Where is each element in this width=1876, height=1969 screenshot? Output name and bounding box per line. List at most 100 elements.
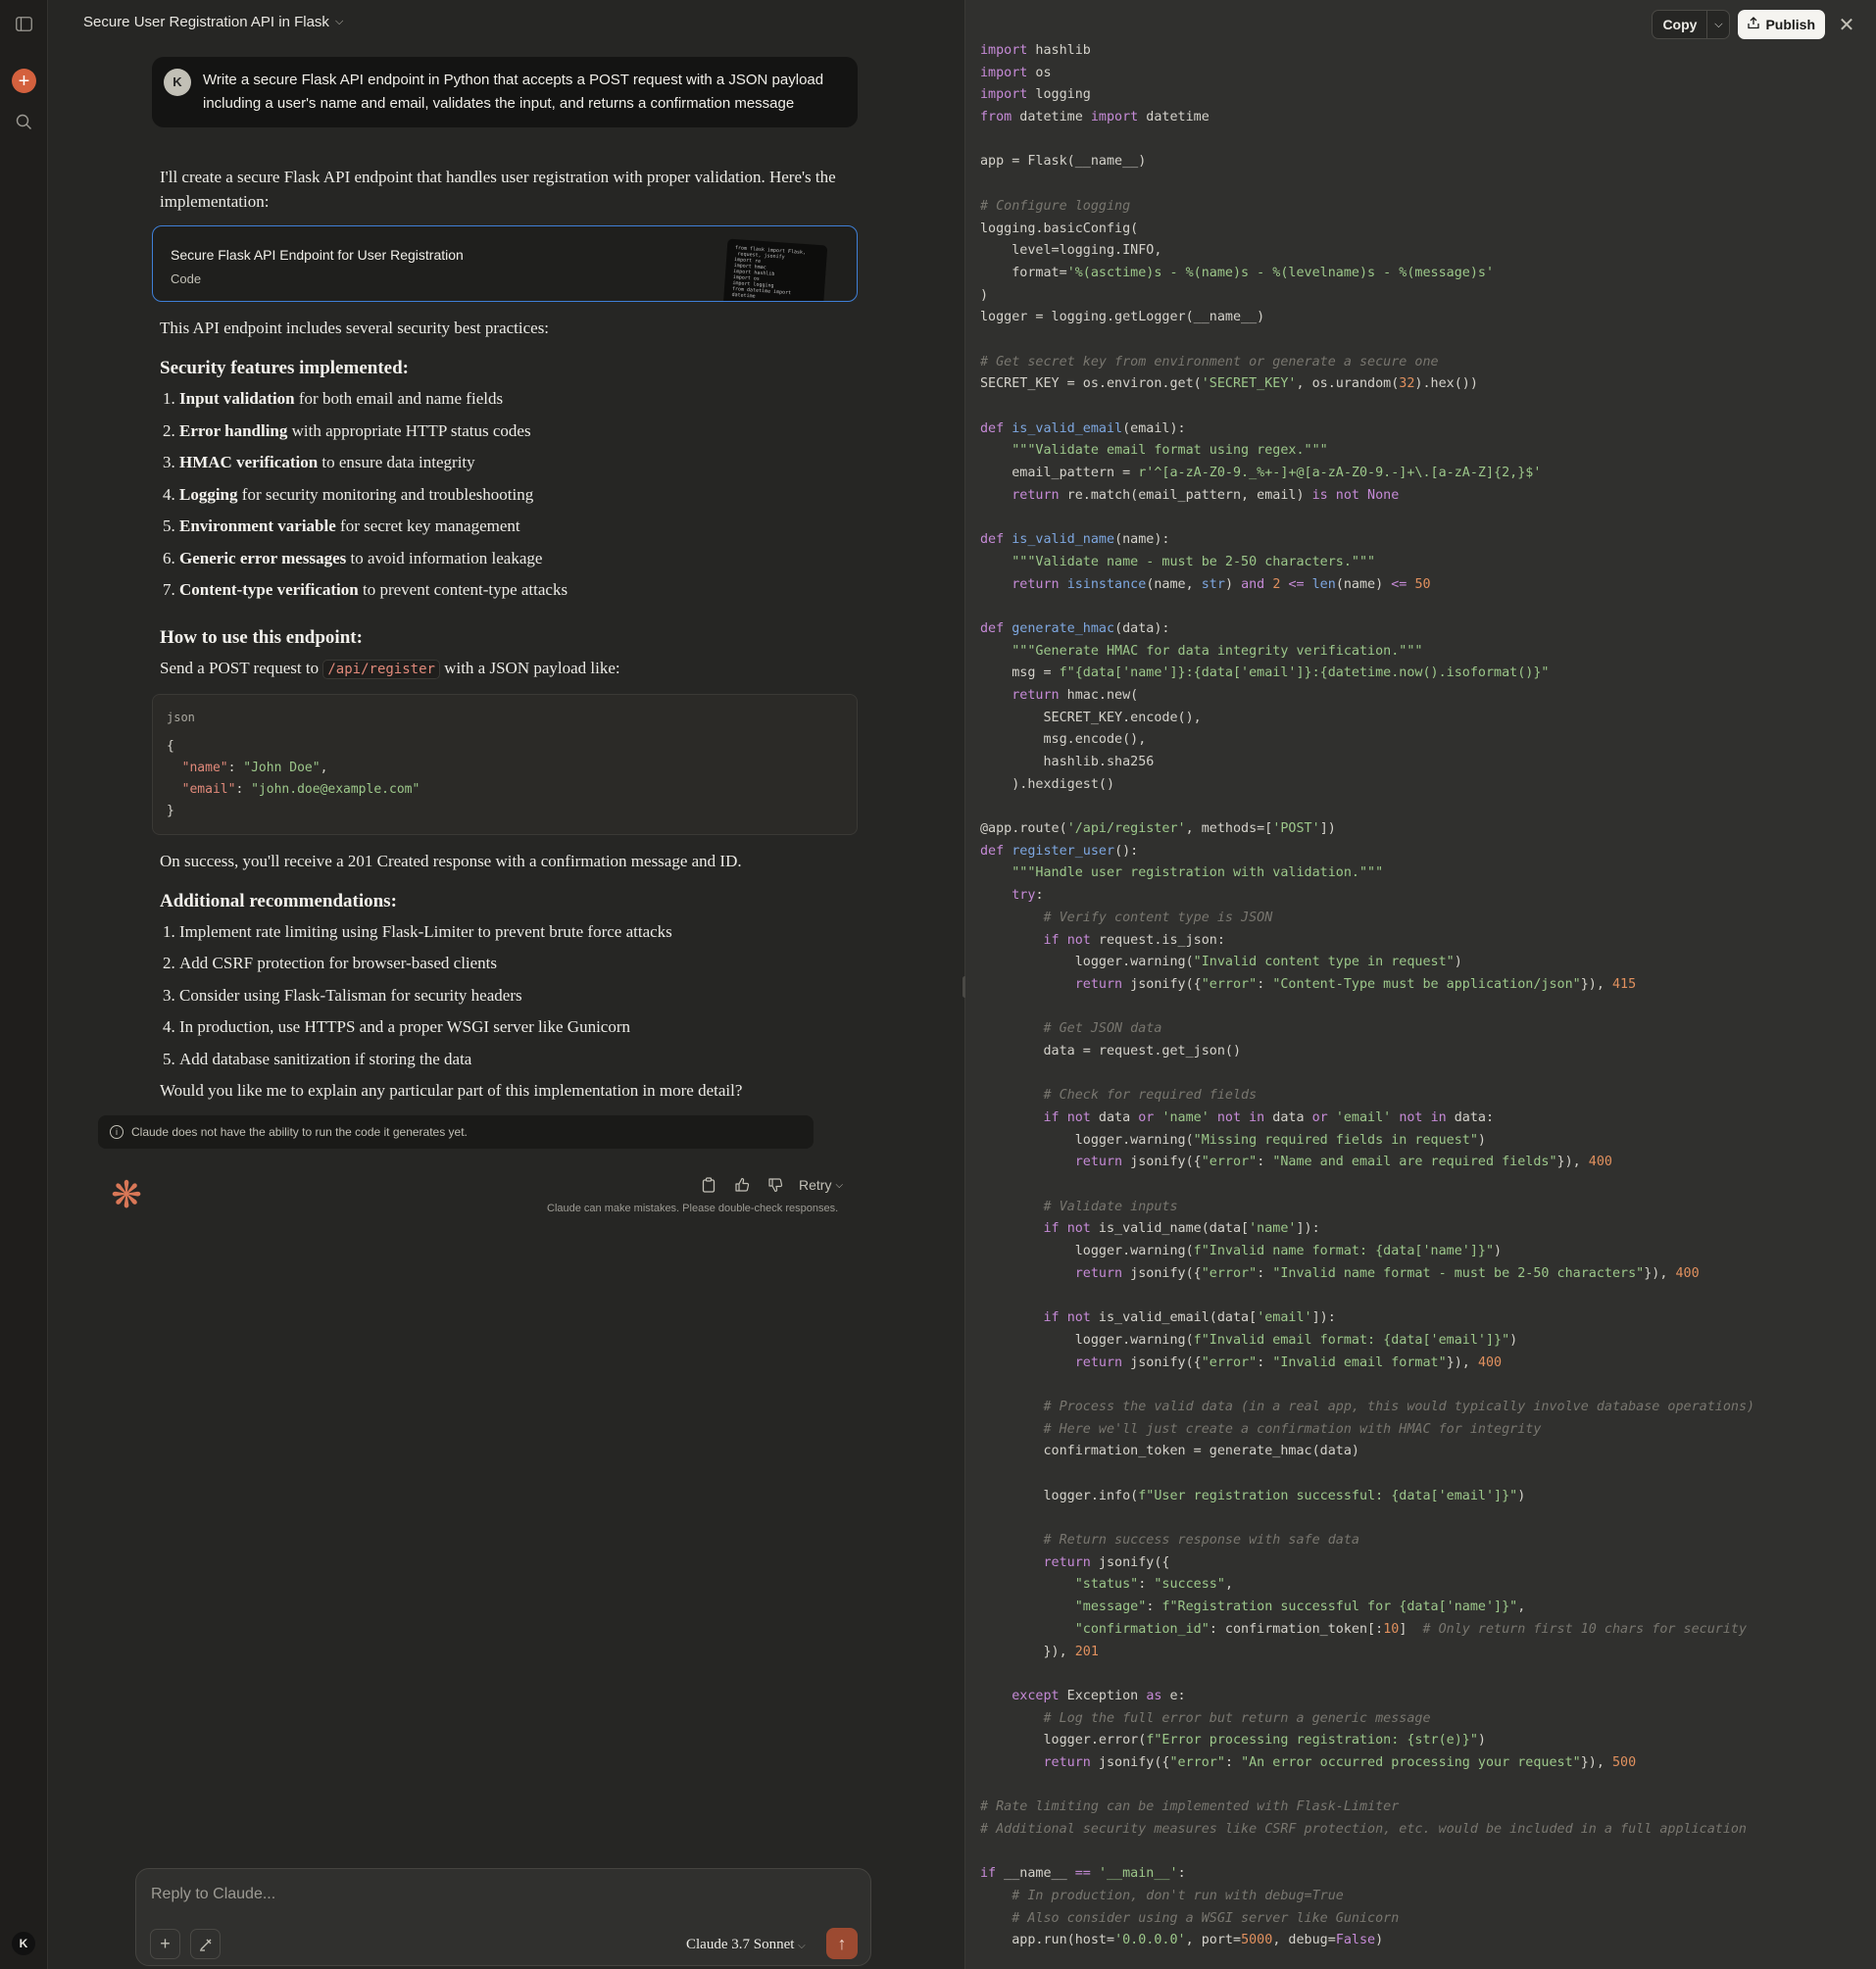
copy-icon[interactable]: [699, 1175, 718, 1195]
security-item-rest: to ensure data integrity: [318, 453, 475, 471]
code-line: return hmac.new(: [1012, 687, 1139, 703]
code-line: ​: [980, 997, 1754, 1019]
recommendation-item: Implement rate limiting using Flask-Limi…: [179, 919, 856, 952]
code-line: ​: [980, 596, 1754, 618]
security-item-rest: to prevent content-type attacks: [358, 580, 568, 599]
model-selector[interactable]: Claude 3.7 Sonnet ⌵: [686, 1937, 806, 1953]
code-line: "message": f"Registration successful for…: [1074, 1600, 1526, 1615]
thumbs-up-icon[interactable]: [732, 1175, 752, 1195]
tools-icon[interactable]: [190, 1929, 221, 1959]
code-line: ​: [980, 1463, 1754, 1486]
code-line: return jsonify({"error": "An error occur…: [1043, 1754, 1637, 1770]
endpoint-inline-code: /api/register: [322, 659, 440, 679]
attach-plus-button[interactable]: +: [150, 1929, 180, 1959]
copy-options-chevron-icon[interactable]: ⌵: [1707, 11, 1729, 38]
recommendation-item: Add database sanitization if storing the…: [179, 1047, 856, 1079]
mistakes-disclaimer: Claude can make mistakes. Please double-…: [547, 1203, 839, 1214]
code-line: if not is_valid_name(data['name']):: [1043, 1221, 1320, 1237]
recommendation-item: Add CSRF protection for browser-based cl…: [179, 951, 856, 983]
artifact-thumbnail: from flask import Flask, request, jsonif…: [722, 238, 828, 301]
code-line: "confirmation_id": confirmation_token[:1…: [1074, 1621, 1748, 1637]
security-item: Input validation for both email and name…: [179, 386, 856, 418]
code-line: app.run(host='0.0.0.0', port=5000, debug…: [980, 1933, 1384, 1948]
code-line: format='%(asctime)s - %(name)s - %(level…: [980, 265, 1495, 280]
code-line: if not request.is_json:: [1043, 932, 1225, 948]
closing-text: Would you like me to explain any particu…: [160, 1081, 743, 1100]
security-heading: Security features implemented:: [160, 358, 409, 378]
security-item-bold: Error handling: [179, 420, 288, 440]
code-line: return jsonify({"error": "Content-Type m…: [1074, 976, 1637, 992]
code-line: logger.warning("Missing required fields …: [980, 1132, 1486, 1148]
retry-button[interactable]: Retry ⌵: [799, 1177, 843, 1193]
json-line: "email": "john.doe@example.com": [181, 781, 420, 797]
publish-button[interactable]: Publish: [1738, 10, 1825, 39]
code-line: def is_valid_name(name):: [980, 532, 1170, 548]
copy-button[interactable]: Copy: [1653, 11, 1708, 38]
code-artifact-pane: import hashlib import os import logging fro…: [965, 0, 1876, 1969]
code-line: ​: [980, 173, 1754, 196]
code-line: logging.basicConfig(: [980, 221, 1139, 236]
assistant-intro: I'll create a secure Flask API endpoint …: [160, 168, 836, 211]
code-line: """Validate name - must be 2-50 characte…: [1012, 554, 1376, 569]
code-viewer: import hashlib import os import logging fro…: [980, 40, 1754, 1952]
code-line: ​: [980, 1174, 1754, 1197]
code-line: def generate_hmac(data):: [980, 620, 1170, 636]
success-text: On success, you'll receive a 201 Created…: [160, 851, 742, 870]
close-icon[interactable]: ✕: [1833, 11, 1860, 38]
json-line: }: [167, 803, 174, 818]
recommendations-list: Implement rate limiting using Flask-Limi…: [179, 919, 856, 1079]
info-icon: i: [110, 1125, 123, 1139]
reply-input[interactable]: Reply to Claude...: [151, 1886, 275, 1903]
code-line: ​: [980, 1507, 1754, 1530]
thumbs-down-icon[interactable]: [765, 1175, 785, 1195]
code-line: if not is_valid_email(data['email']):: [1043, 1310, 1336, 1326]
security-list: Input validation for both email and name…: [179, 386, 856, 610]
arrow-up-icon: ↑: [837, 1933, 847, 1953]
code-line: ​: [980, 1775, 1754, 1797]
recommendations-heading: Additional recommendations:: [160, 890, 397, 911]
code-line: return re.match(email_pattern, email) is…: [1012, 487, 1400, 503]
code-line: logger.warning(f"Invalid email format: {…: [980, 1332, 1518, 1348]
notice-text: Claude does not have the ability to run …: [131, 1125, 468, 1139]
code-line: ​: [980, 507, 1754, 529]
model-name: Claude 3.7 Sonnet: [686, 1937, 795, 1952]
code-line: logger.info(f"User registration successf…: [980, 1488, 1526, 1503]
code-line: SECRET_KEY = os.environ.get('SECRET_KEY'…: [980, 376, 1478, 392]
chevron-down-icon: ⌵: [334, 16, 344, 27]
artifact-type: Code: [171, 271, 202, 286]
json-line: {: [167, 738, 174, 754]
code-line: logger.error(f"Error processing registra…: [980, 1733, 1486, 1748]
security-item-rest: to avoid information leakage: [346, 548, 543, 567]
code-line: SECRET_KEY.encode(),: [980, 710, 1202, 725]
new-chat-plus-icon[interactable]: +: [12, 69, 36, 93]
code-line: if __name__ == '__main__':: [980, 1866, 1186, 1882]
code-line: # Validate inputs: [1043, 1199, 1178, 1214]
send-button[interactable]: ↑: [826, 1928, 858, 1959]
chat-title: Secure User Registration API in Flask: [83, 14, 329, 30]
usage-text: Send a POST request to /api/register wit…: [160, 656, 856, 682]
code-line: # Verify content type is JSON: [1043, 910, 1273, 925]
code-line: ​: [980, 1063, 1754, 1086]
artifact-card[interactable]: Secure Flask API Endpoint for User Regis…: [152, 225, 858, 302]
left-rail: + K: [0, 0, 48, 1969]
sidebar-toggle-icon[interactable]: [12, 12, 36, 36]
search-icon[interactable]: [12, 110, 36, 134]
user-message: K Write a secure Flask API endpoint in P…: [152, 57, 858, 127]
artifact-toolbar: Copy ⌵ Publish ✕: [1652, 10, 1860, 39]
retry-label: Retry: [799, 1177, 832, 1193]
code-line: ): [980, 287, 989, 303]
security-item-bold: Environment variable: [179, 517, 336, 535]
code-line: email_pattern = r'^[a-zA-Z0-9._%+-]+@[a-…: [980, 466, 1542, 481]
code-line: return jsonify({"error": "Name and email…: [1074, 1155, 1612, 1170]
usage-heading: How to use this endpoint:: [160, 626, 363, 648]
recommendation-item: Consider using Flask-Talisman for securi…: [179, 983, 856, 1015]
code-line: from datetime import datetime: [980, 110, 1210, 125]
user-message-text: Write a secure Flask API endpoint in Pyt…: [203, 72, 824, 112]
user-avatar[interactable]: K: [12, 1932, 35, 1955]
code-line: ​: [980, 1374, 1754, 1397]
code-line: logger = logging.getLogger(__name__): [980, 310, 1265, 325]
security-item-bold: HMAC verification: [179, 453, 319, 471]
chat-title-menu[interactable]: Secure User Registration API in Flask ⌵: [83, 14, 343, 30]
code-line: # Here we'll just create a confirmation …: [1043, 1421, 1542, 1437]
security-item-bold: Generic error messages: [179, 548, 347, 567]
